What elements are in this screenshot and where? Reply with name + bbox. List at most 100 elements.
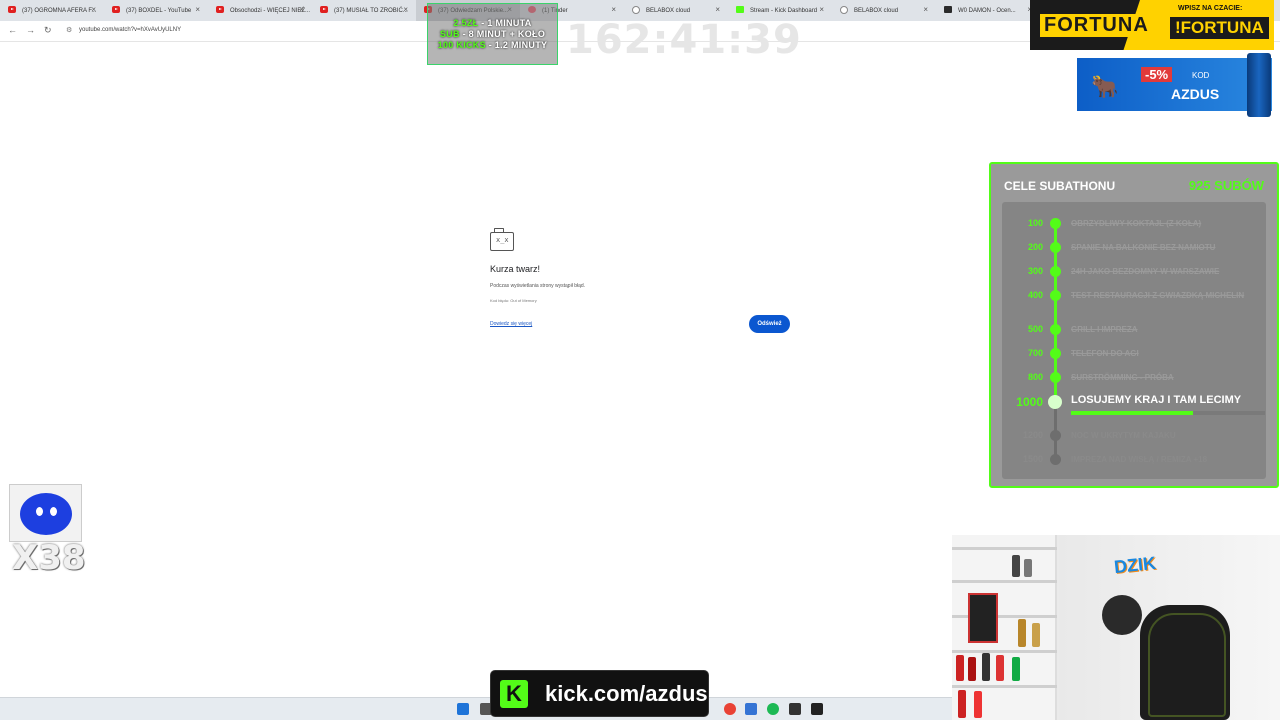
alert-avatar [9,484,82,542]
rule-text: - 1 MINUTA [478,18,532,28]
goal-item: 500 GRILL I IMPREZA [991,323,1280,343]
reload-icon[interactable]: ↻ [44,25,52,36]
goals-title: CELE SUBATHONU [1004,179,1116,193]
learn-more-link[interactable]: Dowiedz się więcej [490,321,532,327]
goal-item: 700 TELEFON DO AGI [991,347,1280,367]
browser-tab[interactable]: (37) BOXDEL - YouTube × [104,0,208,21]
browser-tab[interactable]: BELABOX cloud × [832,0,936,21]
goal-label: SPANIE NA BALKONIE BEZ NAMIOTU [1071,243,1216,252]
goal-label: TELEFON DO AGI [1071,349,1139,358]
goal-item: 200 SPANIE NA BALKONIE BEZ NAMIOTU [991,241,1280,261]
goal-threshold: 100 [1027,218,1043,228]
rule-line: SUB - 8 MINUT + KOŁO [440,29,545,39]
rule-text: - 1.2 MINUTY [485,40,548,50]
goal-item: 100 OBRZYDLIWY KOKTAJL (Z KOŁA) [991,217,1280,237]
kick-url: kick.com/azdus [545,681,708,706]
youtube-icon [320,6,328,13]
error-description: Podczas wyświetlania strony wystąpił błą… [490,283,586,289]
close-tab-icon[interactable]: × [299,5,304,14]
goal-label: NOC W UKRYTYM KAJAKU [1071,431,1176,440]
error-code: Kod błędu: Out of Memory [490,298,537,303]
promo-code: AZDUS [1171,86,1220,102]
reload-page-button[interactable]: Odśwież [749,315,790,333]
terminal-icon[interactable] [789,703,801,715]
current-goal-progress [1071,411,1265,415]
back-icon[interactable]: ← [8,25,17,35]
goal-item: 300 24H JAKO BEZDOMNY W WARSZAWIE [991,265,1280,285]
chrome-icon[interactable] [724,703,736,715]
w-icon [944,6,952,13]
browser-tab[interactable]: Obsochodzi - WIĘCEJ NIEŻ... × [208,0,312,21]
goal-dot-icon [1048,395,1062,409]
goal-threshold: 1200 [1022,430,1043,440]
goal-item: 1200 NOC W UKRYTYM KAJAKU [991,429,1280,449]
rule-text: - 8 MINUT + KOŁO [459,29,546,39]
rule-line: 2.5ZŁ - 1 MINUTA [453,18,531,28]
close-tab-icon[interactable]: × [923,5,928,14]
forward-icon[interactable]: → [26,25,35,35]
goal-threshold: 500 [1027,324,1043,334]
webcam-poster [968,593,998,643]
close-tab-icon[interactable]: × [91,5,96,14]
tab-label: (37) MUSIAŁ TO ZROBIĆ... [334,7,408,14]
viewer-alert: X38 [9,484,86,578]
tab-label: Obsochodzi - WIĘCEJ NIEŻ... [230,7,311,14]
goal-dot-icon [1050,266,1061,277]
tab-label: BELABOX cloud [854,7,899,14]
globe-icon [632,6,640,14]
close-tab-icon[interactable]: × [819,5,824,14]
goal-threshold: 1000 [1016,395,1043,409]
explorer-icon[interactable] [745,703,757,715]
browser-tab[interactable]: (37) MUSIAŁ TO ZROBIĆ... × [312,0,416,21]
kick-icon [736,6,744,13]
goal-label: OBRZYDLIWY KOKTAJL (Z KOŁA) [1071,219,1202,228]
close-tab-icon[interactable]: × [403,5,408,14]
close-tab-icon[interactable]: × [715,5,720,14]
goal-threshold: 400 [1027,290,1043,300]
browser-tab[interactable]: (37) OGROMNA AFERA F... × [0,0,104,21]
subathon-timer: 162:41:39 [566,17,802,63]
close-tab-icon[interactable]: × [611,5,616,14]
goal-dot-icon [1050,218,1061,229]
spotify-icon[interactable] [767,703,779,715]
tab-label: BELABOX cloud [646,7,691,14]
goal-dot-icon [1050,242,1061,253]
youtube-icon [8,6,16,13]
goal-dot-icon [1050,348,1061,359]
tab-label: W0 DAMON - Ocen... [958,7,1016,14]
globe-icon [840,6,848,14]
windows-start-icon[interactable] [457,703,469,715]
subathon-goals-panel: CELE SUBATHONU 925 SUBÓW 100 OBRZYDLIWY K… [989,162,1279,488]
streamer [1102,595,1142,635]
energy-drink-can [1247,53,1271,117]
goal-threshold: 200 [1027,242,1043,252]
goal-item: 400 TEST RESTAURACJI Z GWIAZDKĄ MICHELIN [991,289,1280,309]
fortuna-command: !FORTUNA [1170,17,1269,39]
goal-dot-icon [1050,454,1061,465]
gaming-chair [1140,605,1230,720]
goal-item: 800 SURSTRÖMMING - PRÓBA [991,371,1280,391]
goal-threshold: 700 [1027,348,1043,358]
windows-taskbar [0,697,952,720]
fortuna-ad: FORTUNA WPISZ NA CZACIE: !FORTUNA [1030,0,1274,50]
fortuna-logo: FORTUNA [1040,14,1153,37]
goal-dot-icon [1050,290,1061,301]
dzik-ad: 🐂 -5% KOD AZDUS [1077,53,1272,117]
youtube-icon [216,6,224,13]
goal-threshold: 300 [1027,266,1043,276]
browser-tab[interactable]: W0 DAMON - Ocen...× [936,0,1040,21]
goal-label: TEST RESTAURACJI Z GWIAZDKĄ MICHELIN [1071,291,1245,300]
current-goal-progress-fill [1071,411,1194,415]
goal-item: 1500 IMPREZA NAD WISŁĄ / REMIZA +18 [991,453,1280,473]
close-tab-icon[interactable]: × [195,5,200,14]
sad-folder-icon: x_x [490,228,514,251]
kick-logo-icon: K [500,680,528,708]
subathon-rules-box: 2.5ZŁ - 1 MINUTA SUB - 8 MINUT + KOŁO 100 … [427,3,558,65]
webcam-shelf [952,535,1057,720]
url-field[interactable]: youtube.com/watch?v=hXvAvUyULNY [79,27,181,33]
obs-icon[interactable] [811,703,823,715]
site-info-icon[interactable]: ⚙ [66,26,72,34]
goal-label: IMPREZA NAD WISŁĄ / REMIZA +18 [1071,455,1208,464]
goal-dot-icon [1050,324,1061,335]
dzik-wall-logo: DZIK [1113,552,1157,578]
